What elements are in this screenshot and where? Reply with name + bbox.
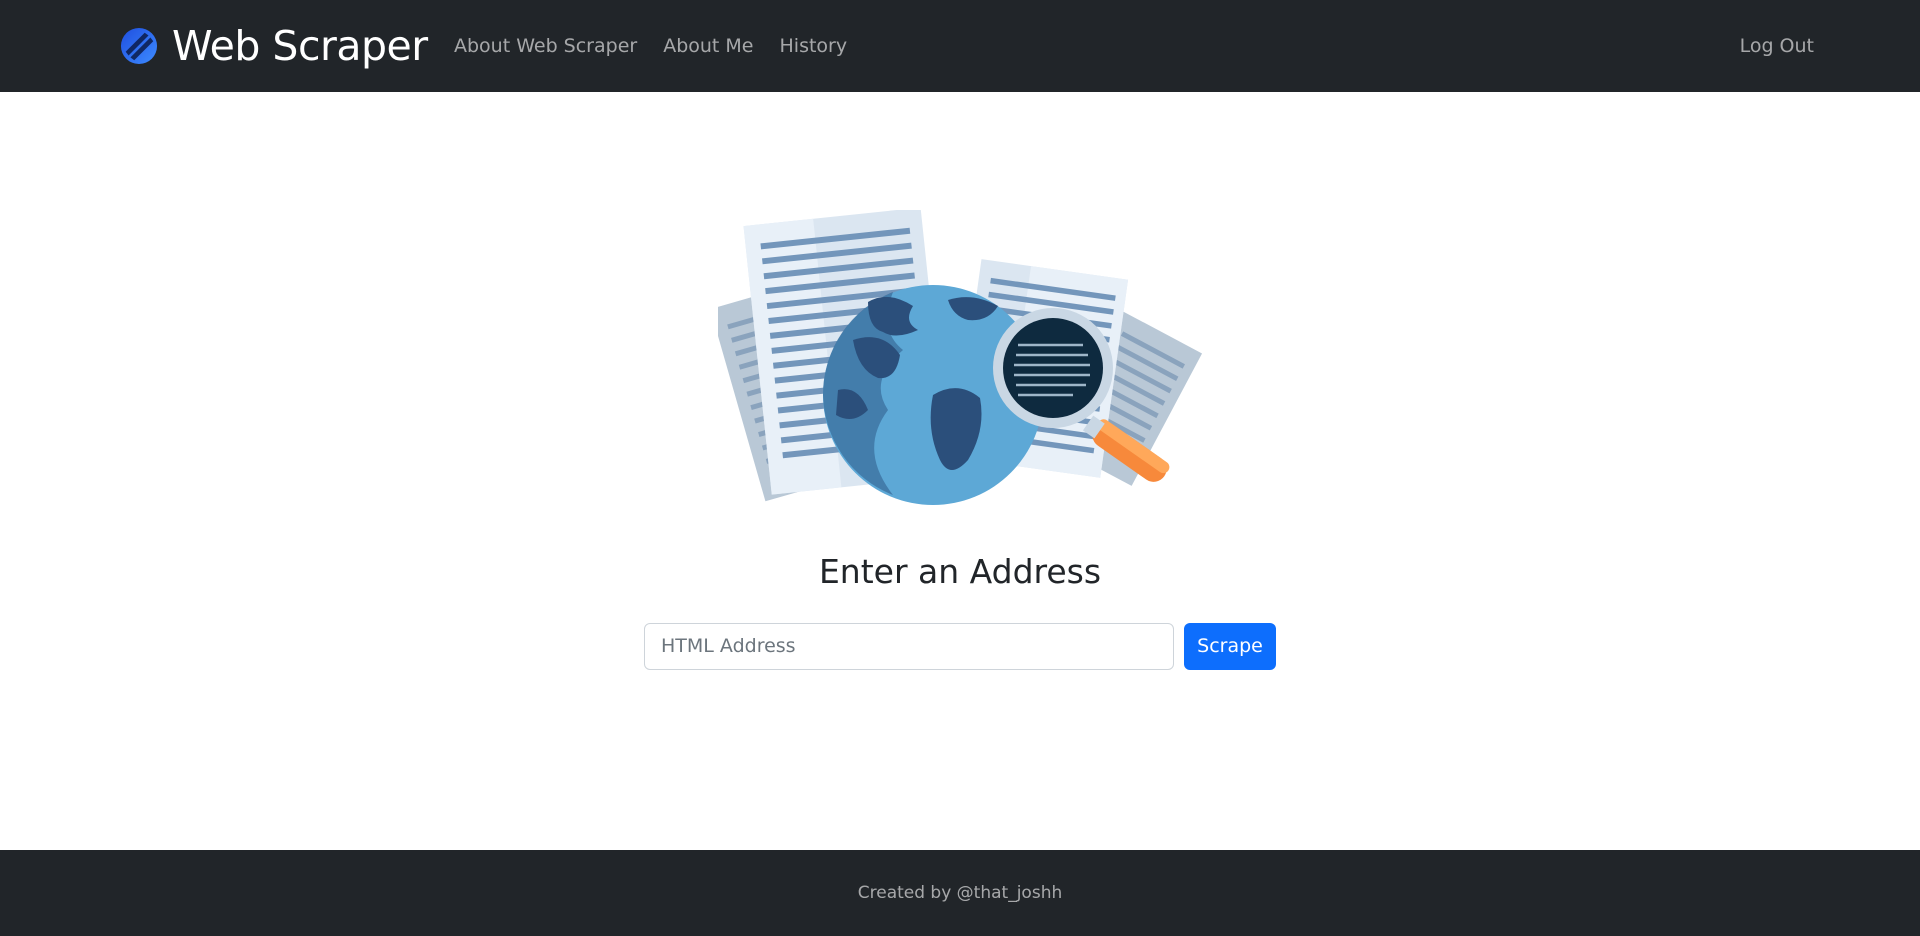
logout-link[interactable]: Log Out [1740,0,1814,92]
address-input[interactable] [644,622,1174,670]
brand-title: Web Scraper [172,22,428,70]
footer: Created by @that_joshh [0,850,1920,936]
navbar: Web Scraper About Web Scraper About Me H… [0,0,1920,92]
scrape-form: Scrape [644,622,1276,670]
nav-link-history[interactable]: History [780,35,848,57]
web-scraper-logo-icon [120,27,158,65]
brand-link[interactable]: Web Scraper [120,0,428,92]
nav-link-about-web-scraper[interactable]: About Web Scraper [454,35,637,57]
globe-documents-magnifier-illustration [718,210,1203,505]
scrape-button[interactable]: Scrape [1184,622,1276,670]
page-title: Enter an Address [818,552,1102,591]
footer-credit: Created by @that_joshh [857,883,1063,903]
nav-link-about-me[interactable]: About Me [663,35,753,57]
nav-links: About Web Scraper About Me History [454,0,873,92]
